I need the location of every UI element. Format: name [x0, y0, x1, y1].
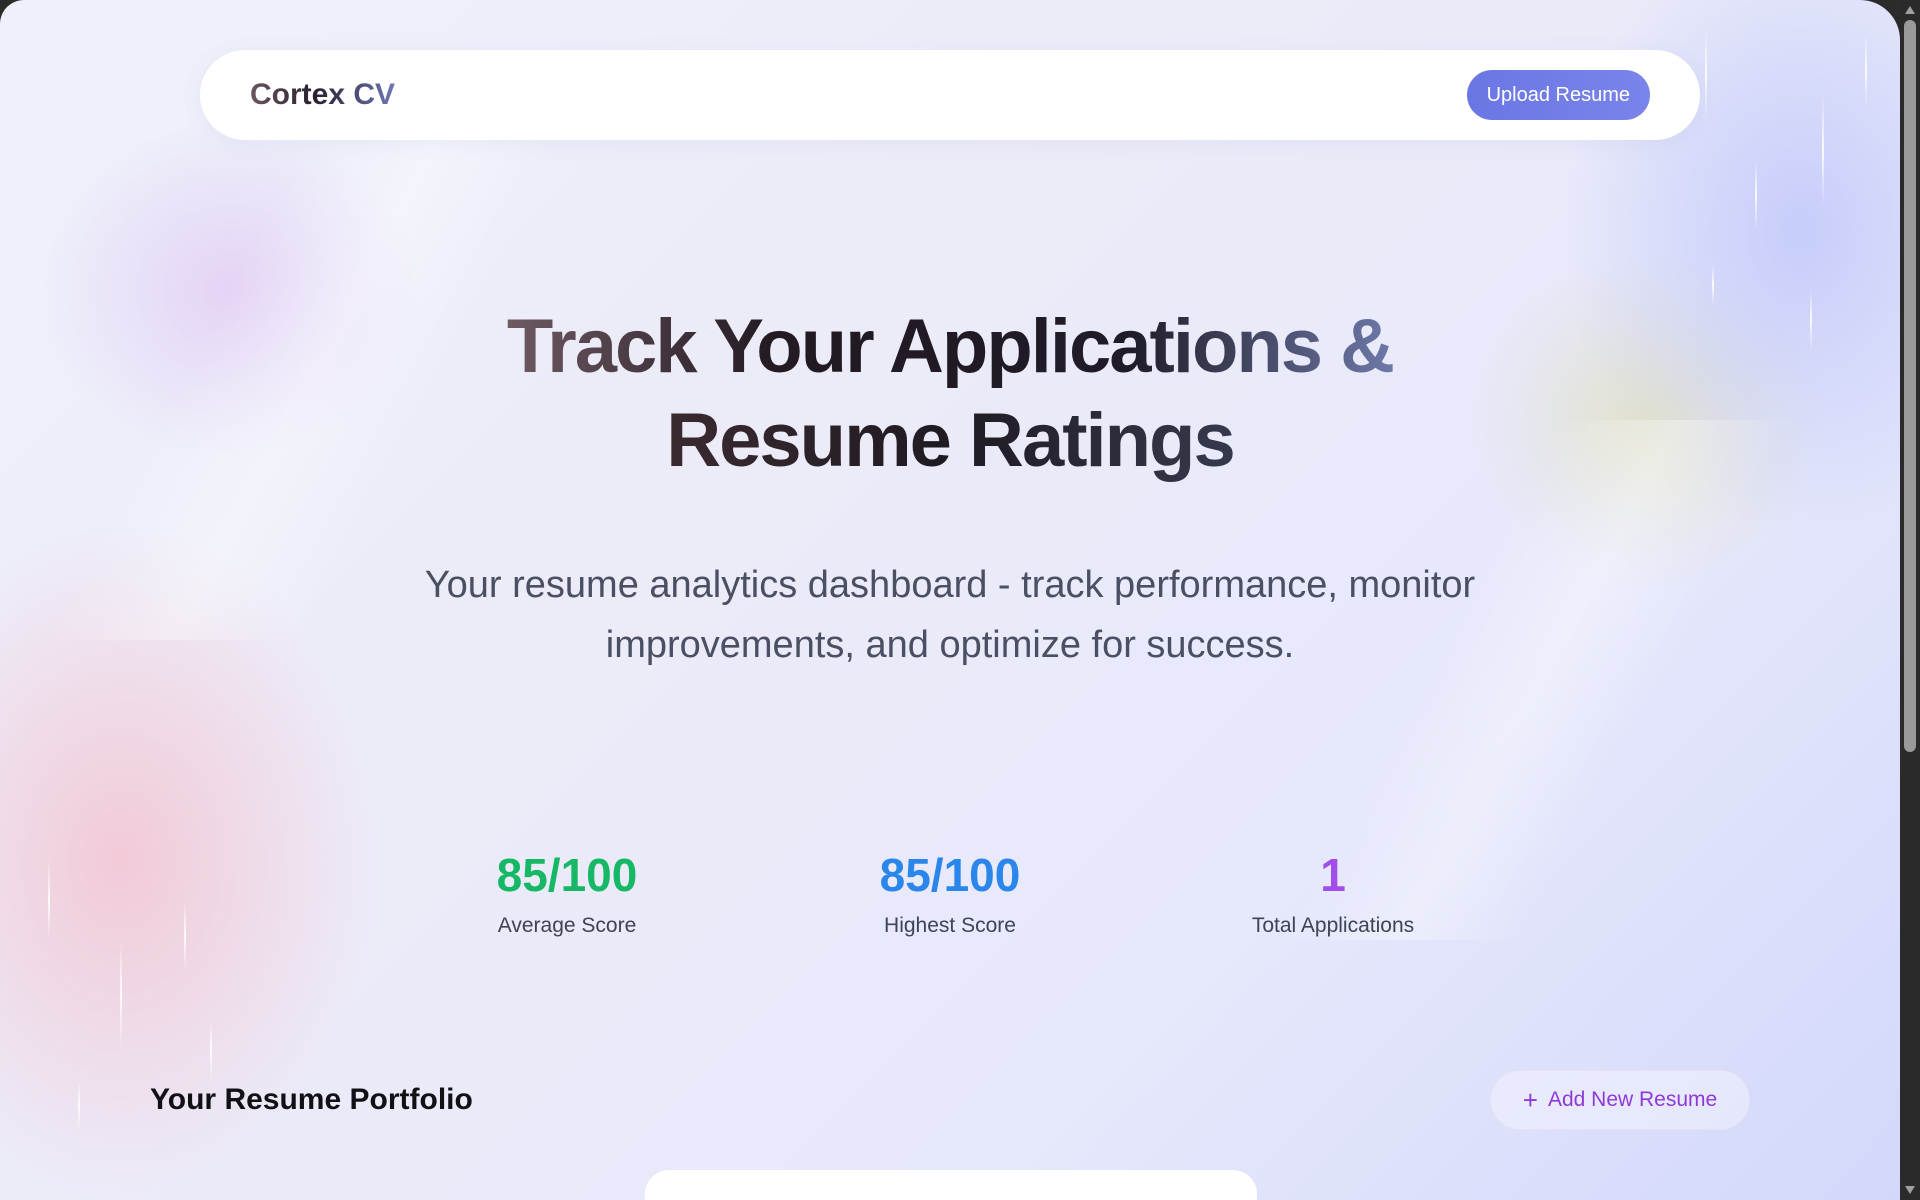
scroll-up-arrow-icon[interactable]	[1905, 6, 1915, 14]
brand-logo[interactable]: Cortex CV	[250, 50, 395, 140]
resume-card[interactable]	[645, 1170, 1257, 1200]
background-streak	[1705, 30, 1707, 120]
stat-label: Total Applications	[1251, 914, 1415, 937]
hero-subtitle: Your resume analytics dashboard - track …	[424, 564, 1476, 666]
portfolio-section-title: Your Resume Portfolio	[150, 1083, 473, 1116]
stat-label: Highest Score	[884, 914, 1016, 937]
stat-value: 85/100	[879, 849, 1021, 901]
add-new-resume-button[interactable]: + Add New Resume	[1490, 1070, 1750, 1130]
stat-highest-score: 85/100 Highest Score	[790, 845, 1110, 941]
background-streak	[210, 1020, 212, 1080]
stat-total-applications: 1 Total Applications	[1173, 845, 1493, 941]
stat-value: 85/100	[496, 849, 638, 901]
background-streak	[1822, 95, 1824, 205]
background-streak	[184, 900, 186, 970]
stat-value: 1	[1320, 849, 1346, 901]
add-new-resume-label: Add New Resume	[1547, 1088, 1718, 1111]
background-streak	[48, 860, 50, 940]
top-navbar: Cortex CV Upload Resume	[200, 50, 1700, 140]
background-streak	[1755, 160, 1757, 230]
scroll-down-arrow-icon[interactable]	[1905, 1186, 1915, 1194]
hero-title-line-2: Resume Ratings	[666, 398, 1235, 483]
hero-title: Track Your Applications & Resume Ratings	[0, 300, 1900, 488]
background-streak	[1865, 35, 1867, 105]
background-streak	[1712, 265, 1714, 305]
stat-label: Average Score	[497, 914, 637, 937]
plus-icon: +	[1522, 1085, 1538, 1115]
hero-title-line-1: Track Your Applications &	[506, 304, 1395, 389]
background-streak	[78, 1080, 80, 1130]
stat-average-score: 85/100 Average Score	[407, 845, 727, 941]
background-streak	[120, 940, 122, 1050]
scrollbar-thumb[interactable]	[1904, 20, 1916, 752]
vertical-scrollbar[interactable]	[1900, 0, 1920, 1200]
upload-resume-button[interactable]: Upload Resume	[1466, 70, 1650, 120]
